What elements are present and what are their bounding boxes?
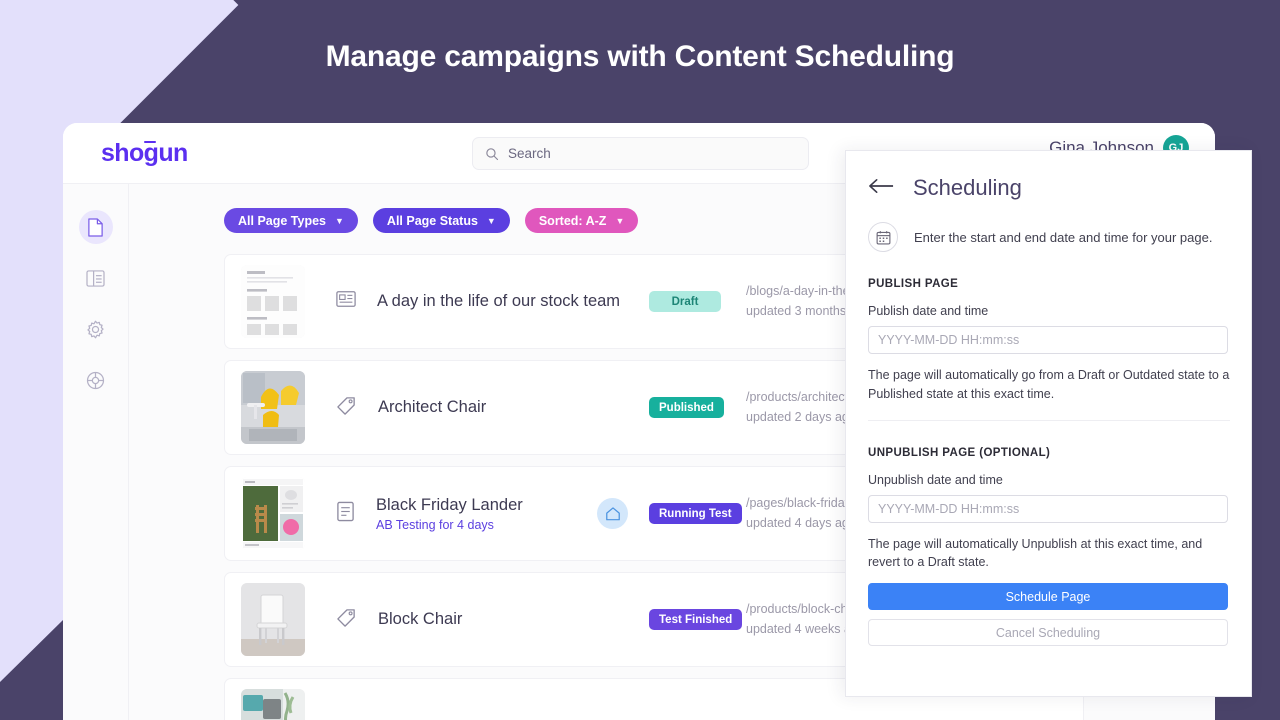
- row-text: Architect Chair: [378, 398, 486, 417]
- page-thumbnail: [241, 265, 305, 338]
- filter-sort[interactable]: Sorted: A-Z ▼: [524, 208, 639, 233]
- panel-title: Scheduling: [913, 175, 1022, 200]
- row-text: Block Chair: [378, 610, 462, 629]
- scheduling-panel: Scheduling Enter the start and end date …: [845, 150, 1252, 697]
- status-badge: Draft: [649, 291, 721, 312]
- gear-icon: [87, 320, 104, 338]
- page-title: Block Chair: [378, 610, 463, 628]
- page-icon: [88, 217, 103, 237]
- sidebar-item-pages[interactable]: [78, 210, 113, 244]
- filter-page-status[interactable]: All Page Status ▼: [372, 208, 510, 233]
- sidebar-item-settings[interactable]: [79, 312, 113, 346]
- scheduling-header: Scheduling: [868, 175, 1229, 201]
- filter-page-types[interactable]: All Page Types ▼: [224, 208, 358, 233]
- unpublish-date-label: Unpublish date and time: [868, 472, 1003, 487]
- lifebuoy-icon: [86, 371, 105, 389]
- search-icon: [486, 147, 499, 160]
- lander-thumbnail-icon: [241, 477, 305, 550]
- filter-page-status-label: All Page Status: [386, 213, 478, 228]
- status-badge: Test Finished: [649, 609, 743, 630]
- calendar-icon-wrapper: [868, 222, 898, 252]
- tag-icon: [336, 395, 357, 421]
- sidebar-rail: [63, 183, 129, 720]
- back-button[interactable]: [868, 178, 895, 199]
- cancel-scheduling-button[interactable]: Cancel Scheduling: [868, 619, 1228, 646]
- filter-sort-label: Sorted: A-Z: [538, 213, 607, 228]
- publish-help-text: The page will automatically go from a Dr…: [868, 368, 1230, 401]
- sidebar-item-support[interactable]: [79, 363, 113, 397]
- shogun-logo: shogun: [101, 139, 188, 168]
- scheduling-intro: Enter the start and end date and time fo…: [868, 222, 1229, 252]
- yellow-chairs-thumbnail-icon: [241, 371, 305, 444]
- chevron-down-icon: ▼: [335, 215, 344, 226]
- chevron-down-icon: ▼: [486, 215, 496, 226]
- homepage-indicator[interactable]: [597, 498, 628, 529]
- page-thumbnail: [241, 371, 305, 444]
- document-icon: [336, 501, 355, 527]
- logo-macron: [144, 140, 156, 143]
- page-thumbnail: [241, 583, 305, 656]
- white-chair-thumbnail-icon: [241, 583, 305, 656]
- promo-screenshot: Manage campaigns with Content Scheduling…: [0, 0, 1280, 720]
- page-subtitle: AB Testing for 4 days: [376, 517, 494, 532]
- search-placeholder: Search: [508, 146, 551, 161]
- page-thumbnail: [241, 689, 305, 720]
- status-badge: Published: [649, 397, 724, 418]
- unpublish-section-label: UNPUBLISH PAGE (OPTIONAL): [868, 446, 1051, 459]
- status-badge: Running Test: [649, 503, 742, 524]
- page-title: A day in the life of our stock team: [377, 292, 621, 310]
- schedule-page-button[interactable]: Schedule Page: [868, 583, 1228, 610]
- publish-section-label: PUBLISH PAGE: [868, 278, 959, 290]
- wireframe-thumbnail-icon: [241, 265, 305, 338]
- layout-icon: [86, 269, 105, 287]
- row-text: A day in the life of our stock team: [377, 292, 620, 311]
- sidebar-item-templates[interactable]: [79, 261, 113, 295]
- search-input[interactable]: Search: [472, 137, 809, 170]
- publish-date-input[interactable]: [868, 326, 1228, 354]
- page-title: Black Friday Lander: [376, 495, 523, 514]
- page-thumbnail: [241, 477, 305, 550]
- unpublish-date-input[interactable]: [868, 494, 1228, 523]
- calendar-icon: [876, 230, 890, 244]
- arrow-left-icon: [869, 178, 894, 193]
- unpublish-help-text: The page will automatically Unpublish at…: [868, 536, 1203, 570]
- tag-icon: [336, 607, 357, 633]
- section-divider: [868, 419, 1230, 421]
- article-icon: [336, 289, 356, 314]
- decorative-left-panel: [0, 60, 63, 682]
- row-text: Black Friday Lander AB Testing for 4 day…: [376, 496, 523, 532]
- chevron-down-icon: ▼: [615, 215, 625, 226]
- sofa-thumbnail-icon: [241, 689, 305, 720]
- scheduling-intro-text: Enter the start and end date and time fo…: [914, 229, 1213, 245]
- page-title: Architect Chair: [378, 398, 487, 416]
- home-icon: [605, 506, 620, 520]
- filter-page-types-label: All Page Types: [238, 213, 326, 228]
- publish-date-label: Publish date and time: [868, 304, 989, 318]
- page-headline: Manage campaigns with Content Scheduling: [325, 40, 955, 73]
